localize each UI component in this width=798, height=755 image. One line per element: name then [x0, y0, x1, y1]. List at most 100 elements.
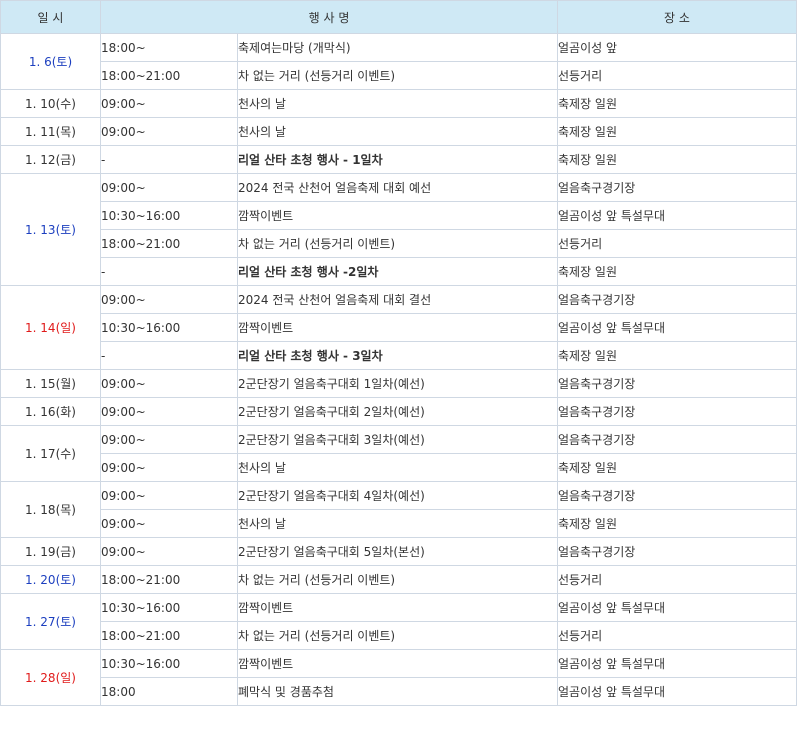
place-cell: 축제장 일원 — [557, 341, 797, 370]
time-cell: 18:00 — [100, 677, 238, 706]
table-row: 1. 17(수) 09:00~ 2군단장기 얼음축구대회 3일차(예선) 얼음축구경기… — [0, 425, 797, 482]
time-cell: 10:30~16:00 — [100, 649, 238, 678]
table-row: 1. 13(토) 09:00~ 2024 전국 산천어 얼음축제 대회 예선 얼음축구… — [0, 173, 797, 286]
event-cell: 차 없는 거리 (선등거리 이벤트) — [237, 61, 558, 90]
place-cell: 얼음축구경기장 — [557, 173, 797, 202]
time-cell: - — [100, 145, 238, 174]
event-cell: 2024 전국 산천어 얼음축제 대회 예선 — [237, 173, 558, 202]
date-cell: 1. 17(수) — [0, 425, 101, 482]
date-cell: 1. 15(월) — [0, 369, 101, 398]
table-row: 1. 20(토) 18:00~21:00 차 없는 거리 (선등거리 이벤트) 선등거… — [0, 565, 797, 594]
table-row: 1. 27(토) 10:30~16:00 깜짝이벤트 얼곰이성 앞 특설무대 — [0, 593, 797, 650]
time-cell: 09:00~ — [100, 509, 238, 538]
time-cell: 09:00~ — [100, 453, 238, 482]
date-cell: 1. 19(금) — [0, 537, 101, 566]
place-cell: 얼곰이성 앞 특설무대 — [557, 201, 797, 230]
time-cell: 09:00~ — [100, 537, 238, 566]
place-cell: 얼곰이성 앞 특설무대 — [557, 593, 797, 622]
place-cell: 얼곰이성 앞 특설무대 — [557, 649, 797, 678]
place-cell: 얼음축구경기장 — [557, 425, 797, 454]
time-cell: 09:00~ — [100, 285, 238, 314]
time-cell: 18:00~ — [100, 33, 238, 62]
place-cell: 얼음축구경기장 — [557, 481, 797, 510]
event-cell: 차 없는 거리 (선등거리 이벤트) — [237, 229, 558, 258]
table-row: 18:00~21:00 차 없는 거리 (선등거리 이벤트) 선등거리 — [1, 621, 797, 650]
event-cell: 축제여는마당 (개막식) — [237, 33, 558, 62]
time-cell: 18:00~21:00 — [100, 61, 238, 90]
schedule-body: 1. 6(토) 18:00~ 축제여는마당 (개막식) 얼곰이성 앞 18:00~21:… — [0, 33, 797, 706]
table-row: 09:00~ 천사의 날 축제장 일원 — [1, 509, 797, 538]
place-cell: 선등거리 — [557, 229, 797, 258]
header-event: 행 사 명 — [100, 0, 558, 34]
time-cell: 18:00~21:00 — [100, 565, 238, 594]
date-cell: 1. 10(수) — [0, 89, 101, 118]
table-row: 1. 28(일) 10:30~16:00 깜짝이벤트 얼곰이성 앞 특설무대 — [0, 649, 797, 706]
time-cell: 18:00~21:00 — [100, 229, 238, 258]
event-cell: 천사의 날 — [237, 117, 558, 146]
place-cell: 얼곰이성 앞 특설무대 — [557, 677, 797, 706]
place-cell: 선등거리 — [557, 61, 797, 90]
event-cell: 리얼 산타 초청 행사 - 3일차 — [237, 341, 558, 370]
table-row: 09:00~ 천사의 날 축제장 일원 — [1, 453, 797, 482]
place-cell: 축제장 일원 — [557, 453, 797, 482]
time-cell: 18:00~21:00 — [100, 621, 238, 650]
place-cell: 얼음축구경기장 — [557, 397, 797, 426]
event-cell: 깜짝이벤트 — [237, 201, 558, 230]
event-cell: 차 없는 거리 (선등거리 이벤트) — [237, 565, 558, 594]
table-row: 18:00 폐막식 및 경품추첨 얼곰이성 앞 특설무대 — [1, 677, 797, 706]
event-cell: 천사의 날 — [237, 89, 558, 118]
table-row: 1. 11(목) 09:00~ 천사의 날 축제장 일원 — [0, 117, 797, 146]
event-cell: 2군단장기 얼음축구대회 5일차(본선) — [237, 537, 558, 566]
place-cell: 축제장 일원 — [557, 117, 797, 146]
time-cell: 10:30~16:00 — [100, 593, 238, 622]
time-cell: 10:30~16:00 — [100, 313, 238, 342]
event-cell: 2024 전국 산천어 얼음축제 대회 결선 — [237, 285, 558, 314]
time-cell: - — [100, 341, 238, 370]
date-cell: 1. 27(토) — [0, 593, 101, 650]
place-cell: 얼곰이성 앞 — [557, 33, 797, 62]
table-row: 1. 15(월) 09:00~ 2군단장기 얼음축구대회 1일차(예선) 얼음축구경기… — [0, 369, 797, 398]
table-row: 1. 6(토) 18:00~ 축제여는마당 (개막식) 얼곰이성 앞 — [0, 33, 797, 90]
event-cell: 차 없는 거리 (선등거리 이벤트) — [237, 621, 558, 650]
table-row: 1. 18(목) 09:00~ 2군단장기 얼음축구대회 4일차(예선) 얼음축구경기… — [0, 481, 797, 538]
date-cell: 1. 6(토) — [0, 33, 101, 90]
table-row: - 리얼 산타 초청 행사 -2일차 축제장 일원 — [1, 257, 797, 286]
event-cell: 깜짝이벤트 — [237, 649, 558, 678]
event-cell: 깜짝이벤트 — [237, 313, 558, 342]
time-cell: - — [100, 257, 238, 286]
date-cell: 1. 16(화) — [0, 397, 101, 426]
time-cell: 09:00~ — [100, 425, 238, 454]
place-cell: 선등거리 — [557, 565, 797, 594]
date-cell: 1. 14(일) — [0, 285, 101, 370]
table-row: 1. 19(금) 09:00~ 2군단장기 얼음축구대회 5일차(본선) 얼음축구경기… — [0, 537, 797, 566]
event-cell: 리얼 산타 초청 행사 -2일차 — [237, 257, 558, 286]
place-cell: 축제장 일원 — [557, 257, 797, 286]
schedule-table: 일 시 행 사 명 장 소 1. 6(토) 18:00~ 축제여는마당 (개막식) 얼… — [0, 0, 797, 706]
time-cell: 09:00~ — [100, 369, 238, 398]
schedule-header: 일 시 행 사 명 장 소 — [0, 0, 797, 34]
date-cell: 1. 28(일) — [0, 649, 101, 706]
date-cell: 1. 20(토) — [0, 565, 101, 594]
event-cell: 깜짝이벤트 — [237, 593, 558, 622]
table-row: 1. 10(수) 09:00~ 천사의 날 축제장 일원 — [0, 89, 797, 118]
event-cell: 2군단장기 얼음축구대회 1일차(예선) — [237, 369, 558, 398]
event-cell: 리얼 산타 초청 행사 - 1일차 — [237, 145, 558, 174]
date-cell: 1. 11(목) — [0, 117, 101, 146]
date-cell: 1. 18(목) — [0, 481, 101, 538]
event-cell: 2군단장기 얼음축구대회 4일차(예선) — [237, 481, 558, 510]
time-cell: 10:30~16:00 — [100, 201, 238, 230]
time-cell: 09:00~ — [100, 173, 238, 202]
place-cell: 축제장 일원 — [557, 89, 797, 118]
place-cell: 선등거리 — [557, 621, 797, 650]
table-row: 18:00~21:00 차 없는 거리 (선등거리 이벤트) 선등거리 — [1, 229, 797, 258]
event-cell: 2군단장기 얼음축구대회 3일차(예선) — [237, 425, 558, 454]
date-cell: 1. 13(토) — [0, 173, 101, 286]
table-row: 10:30~16:00 깜짝이벤트 얼곰이성 앞 특설무대 — [1, 201, 797, 230]
table-row: 1. 16(화) 09:00~ 2군단장기 얼음축구대회 2일차(예선) 얼음축구경기… — [0, 397, 797, 426]
place-cell: 축제장 일원 — [557, 509, 797, 538]
place-cell: 축제장 일원 — [557, 145, 797, 174]
event-cell: 천사의 날 — [237, 509, 558, 538]
table-row: 18:00~21:00 차 없는 거리 (선등거리 이벤트) 선등거리 — [1, 61, 797, 90]
time-cell: 09:00~ — [100, 397, 238, 426]
table-row: - 리얼 산타 초청 행사 - 3일차 축제장 일원 — [1, 341, 797, 370]
